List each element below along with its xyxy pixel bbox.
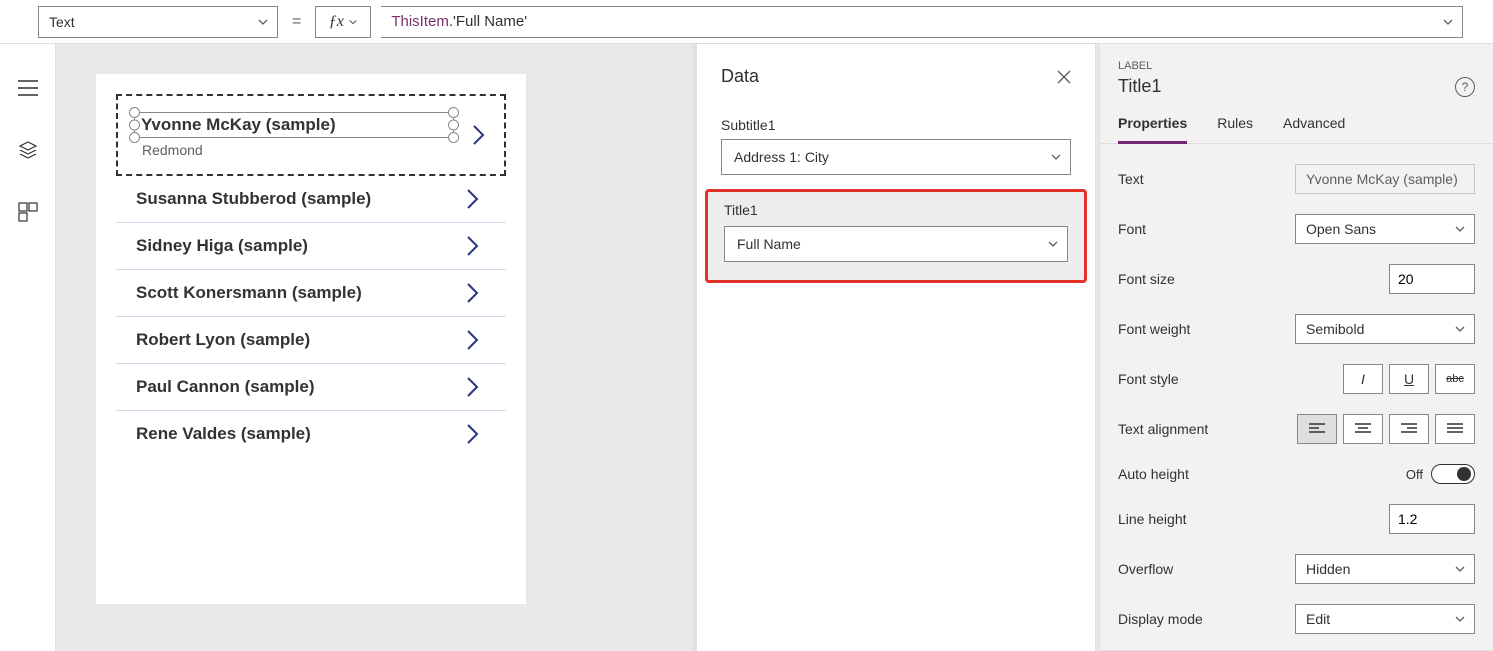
chevron-down-icon xyxy=(1047,238,1059,250)
chevron-right-icon[interactable] xyxy=(464,233,482,259)
close-icon[interactable] xyxy=(1057,70,1071,84)
formula-token-object: ThisItem xyxy=(391,13,449,30)
prop-font-label: Font xyxy=(1118,221,1146,237)
gallery-item[interactable]: Susanna Stubberod (sample) xyxy=(116,176,506,223)
formula-bar: Text = ƒx ThisItem.'Full Name' xyxy=(0,0,1493,44)
layers-icon[interactable] xyxy=(14,136,42,164)
align-justify-button[interactable] xyxy=(1435,414,1475,444)
tab-advanced[interactable]: Advanced xyxy=(1283,105,1345,143)
chevron-down-icon xyxy=(1454,613,1466,625)
chevron-down-icon xyxy=(257,16,269,28)
prop-align-label: Text alignment xyxy=(1118,421,1208,437)
prop-lineheight-input[interactable] xyxy=(1389,504,1475,534)
prop-fontweight-select[interactable]: Semibold xyxy=(1295,314,1475,344)
chevron-down-icon xyxy=(1454,563,1466,575)
chevron-right-icon[interactable] xyxy=(464,421,482,447)
control-type-crumb: LABEL xyxy=(1100,44,1493,74)
chevron-right-icon[interactable] xyxy=(464,280,482,306)
main-area: Yvonne McKay (sample) Redmond xyxy=(0,44,1493,651)
props-tabs: Properties Rules Advanced xyxy=(1100,105,1493,144)
align-right-button[interactable] xyxy=(1389,414,1429,444)
gallery-item[interactable]: Sidney Higa (sample) xyxy=(116,223,506,270)
prop-autoheight-label: Auto height xyxy=(1118,466,1189,482)
gallery-item[interactable]: Robert Lyon (sample) xyxy=(116,317,506,364)
gallery-subtitle-label: Redmond xyxy=(134,138,470,158)
property-select-label: Text xyxy=(49,14,75,30)
prop-displaymode-select[interactable]: Edit xyxy=(1295,604,1475,634)
prop-font-value: Open Sans xyxy=(1306,221,1376,237)
prop-lineheight-label: Line height xyxy=(1118,511,1187,527)
strikethrough-button[interactable]: abc xyxy=(1435,364,1475,394)
formula-token-prop: .'Full Name' xyxy=(449,13,527,30)
fx-button[interactable]: ƒx xyxy=(315,6,371,38)
title-field-select[interactable]: Full Name xyxy=(724,226,1068,262)
prop-fontweight-label: Font weight xyxy=(1118,321,1190,337)
data-pane: Data Subtitle1 Address 1: City Title1 Fu… xyxy=(696,44,1096,651)
control-name: Title1 xyxy=(1118,76,1161,97)
hamburger-icon[interactable] xyxy=(14,74,42,102)
properties-pane: LABEL Title1 ? Properties Rules Advanced… xyxy=(1099,44,1493,651)
chevron-down-icon xyxy=(1050,151,1062,163)
underline-button[interactable]: U xyxy=(1389,364,1429,394)
subtitle-field-label: Subtitle1 xyxy=(721,117,1071,133)
tab-properties[interactable]: Properties xyxy=(1118,105,1187,144)
chevron-right-icon[interactable] xyxy=(464,186,482,212)
prop-overflow-label: Overflow xyxy=(1118,561,1173,577)
app-preview-card: Yvonne McKay (sample) Redmond xyxy=(96,74,526,604)
gallery-item[interactable]: Paul Cannon (sample) xyxy=(116,364,506,411)
prop-text-label: Text xyxy=(1118,171,1144,187)
gallery-title-label: Robert Lyon (sample) xyxy=(136,330,310,350)
chevron-down-icon xyxy=(348,17,358,27)
subtitle-field-group: Subtitle1 Address 1: City xyxy=(697,109,1095,189)
align-left-button[interactable] xyxy=(1297,414,1337,444)
title-field-label: Title1 xyxy=(724,202,1068,218)
gallery-title-label: Sidney Higa (sample) xyxy=(136,236,308,256)
title-field-value: Full Name xyxy=(737,236,801,252)
gallery-item-selected[interactable]: Yvonne McKay (sample) Redmond xyxy=(116,94,506,176)
gallery-title-label: Rene Valdes (sample) xyxy=(136,424,311,444)
fx-label: ƒx xyxy=(329,13,344,31)
italic-button[interactable]: I xyxy=(1343,364,1383,394)
prop-autoheight-state: Off xyxy=(1406,467,1423,482)
gallery-title-label: Scott Konersmann (sample) xyxy=(136,283,362,303)
prop-overflow-select[interactable]: Hidden xyxy=(1295,554,1475,584)
tab-rules[interactable]: Rules xyxy=(1217,105,1253,143)
formula-input[interactable]: ThisItem.'Full Name' xyxy=(381,6,1463,38)
left-rail xyxy=(0,44,56,651)
prop-displaymode-value: Edit xyxy=(1306,611,1330,627)
prop-overflow-value: Hidden xyxy=(1306,561,1350,577)
prop-displaymode-label: Display mode xyxy=(1118,611,1203,627)
data-pane-title: Data xyxy=(721,66,759,87)
equals-sign: = xyxy=(288,13,305,31)
prop-font-select[interactable]: Open Sans xyxy=(1295,214,1475,244)
canvas-area[interactable]: Yvonne McKay (sample) Redmond xyxy=(56,44,1099,651)
subtitle-field-select[interactable]: Address 1: City xyxy=(721,139,1071,175)
chevron-right-icon[interactable] xyxy=(470,122,488,148)
subtitle-field-value: Address 1: City xyxy=(734,149,829,165)
property-select[interactable]: Text xyxy=(38,6,278,38)
gallery-title-label: Yvonne McKay (sample) xyxy=(141,115,336,134)
chevron-down-icon[interactable] xyxy=(1442,16,1454,28)
prop-fontsize-label: Font size xyxy=(1118,271,1175,287)
prop-text-value[interactable]: Yvonne McKay (sample) xyxy=(1295,164,1475,194)
selected-title-control[interactable]: Yvonne McKay (sample) xyxy=(134,112,454,138)
help-icon[interactable]: ? xyxy=(1455,77,1475,97)
gallery-item[interactable]: Rene Valdes (sample) xyxy=(116,411,506,457)
chevron-down-icon xyxy=(1454,323,1466,335)
title-field-highlight: Title1 Full Name xyxy=(705,189,1087,283)
align-center-button[interactable] xyxy=(1343,414,1383,444)
chevron-right-icon[interactable] xyxy=(464,327,482,353)
chevron-down-icon xyxy=(1454,223,1466,235)
prop-fontweight-value: Semibold xyxy=(1306,321,1364,337)
prop-fontsize-input[interactable] xyxy=(1389,264,1475,294)
autoheight-toggle[interactable] xyxy=(1431,464,1475,484)
gallery-item[interactable]: Scott Konersmann (sample) xyxy=(116,270,506,317)
gallery-title-label: Paul Cannon (sample) xyxy=(136,377,315,397)
components-icon[interactable] xyxy=(14,198,42,226)
chevron-right-icon[interactable] xyxy=(464,374,482,400)
gallery-title-label: Susanna Stubberod (sample) xyxy=(136,189,371,209)
properties-list: Text Yvonne McKay (sample) Font Open San… xyxy=(1100,144,1493,651)
prop-fontstyle-label: Font style xyxy=(1118,371,1179,387)
